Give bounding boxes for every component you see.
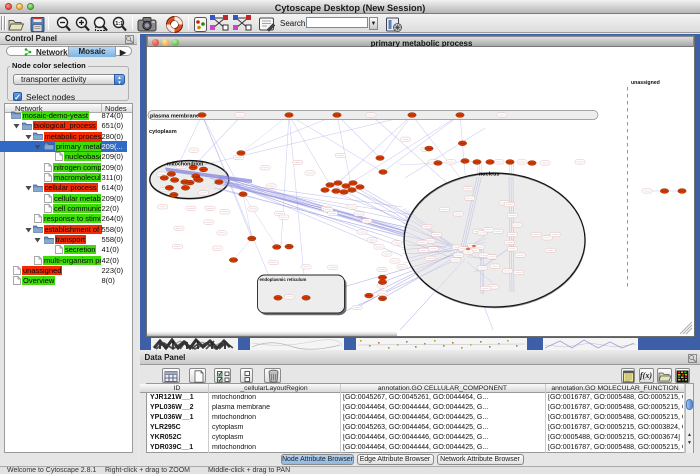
svg-text:plasma membrane: plasma membrane [150, 114, 199, 120]
svg-text:1:1: 1:1 [115, 21, 123, 27]
svg-text:endoplasmic reticulum: endoplasmic reticulum [260, 277, 307, 282]
svg-text:cytoplasm: cytoplasm [149, 129, 177, 135]
svg-text:mitochondrion: mitochondrion [167, 162, 203, 168]
svg-text:nucleus: nucleus [479, 172, 499, 178]
svg-text:unassigned: unassigned [631, 80, 660, 86]
